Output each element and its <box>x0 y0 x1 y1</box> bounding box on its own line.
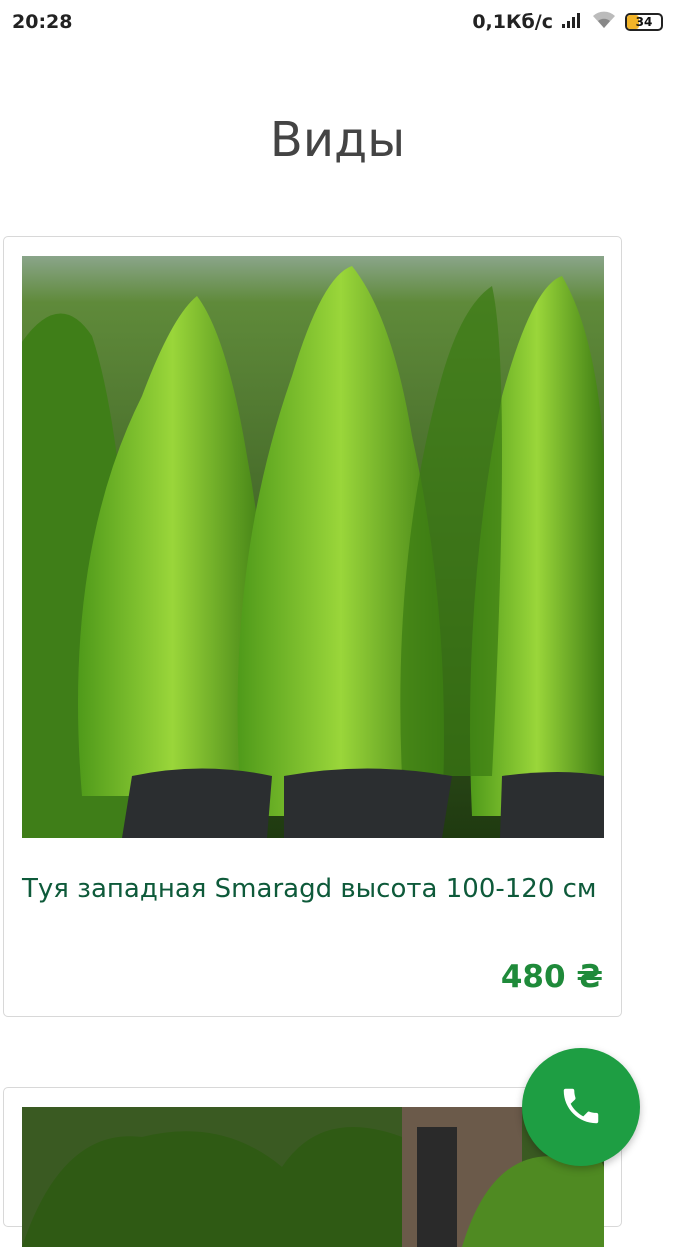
product-price: 480 ₴ <box>500 959 603 995</box>
product-name[interactable]: Туя западная Smaragd высота 100-120 см <box>22 870 602 908</box>
battery-icon: 34 <box>625 13 663 31</box>
network-speed: 0,1Кб/с <box>472 11 553 33</box>
wifi-icon <box>591 10 617 35</box>
status-time: 20:28 <box>12 11 73 33</box>
battery-level: 34 <box>635 15 653 29</box>
phone-icon <box>558 1083 604 1132</box>
product-card[interactable]: Туя западная Smaragd высота 100-120 см 4… <box>3 236 622 1017</box>
signal-icon <box>561 11 583 34</box>
page-title: Виды <box>269 112 406 168</box>
status-indicators: 0,1Кб/с 34 <box>472 10 663 35</box>
product-image[interactable] <box>22 256 604 838</box>
product-image[interactable] <box>22 1107 604 1247</box>
call-button[interactable] <box>522 1048 640 1166</box>
status-bar: 20:28 0,1Кб/с 34 <box>0 0 675 44</box>
